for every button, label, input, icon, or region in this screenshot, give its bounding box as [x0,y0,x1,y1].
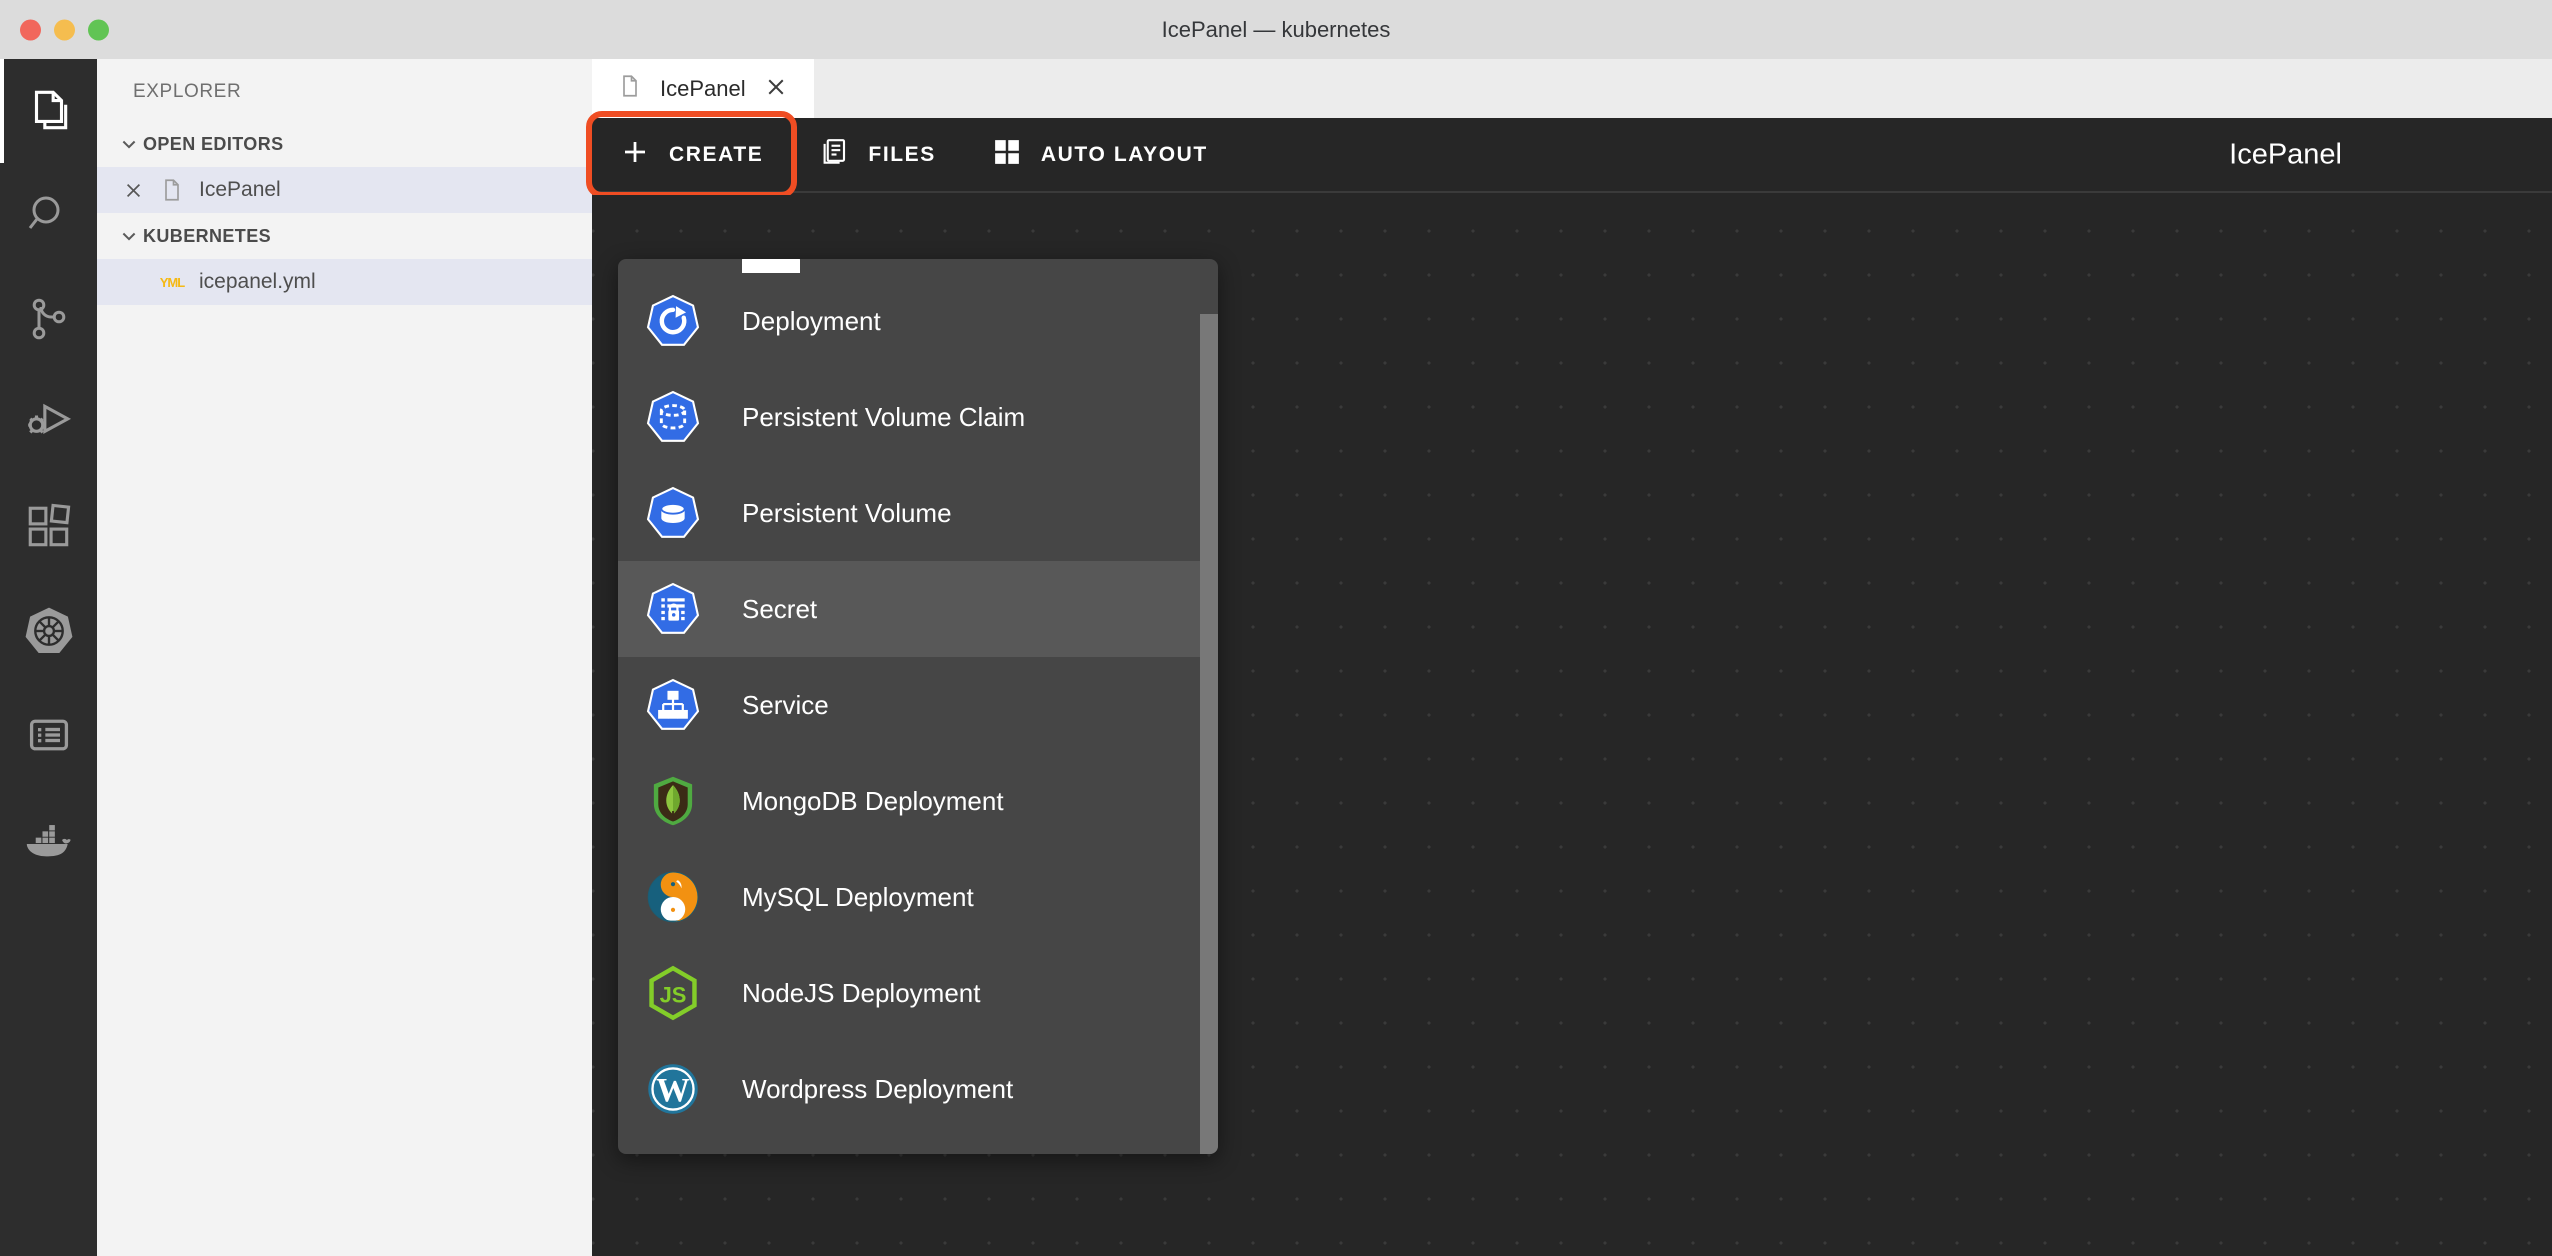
create-dropdown-scroll-area[interactable]: Deployment Persistent Volume Claim Persi… [618,259,1218,1154]
app-name-label: IcePanel [2229,138,2342,170]
menu-item-mysql-deployment[interactable]: MySQL Deployment [618,849,1218,945]
k8s-service-icon [644,676,702,734]
source-control-icon [25,295,73,343]
activity-item-kubernetes[interactable] [0,579,97,683]
file-row-icepanel-yml[interactable]: YML icepanel.yml [97,259,592,305]
window-title: IcePanel — kubernetes [1161,16,1391,42]
docker-whale-icon [22,812,76,866]
menu-item-nodejs-deployment[interactable]: JS NodeJS Deployment [618,945,1218,1041]
chevron-down-icon [115,226,143,246]
menu-item-label: MongoDB Deployment [742,785,1004,816]
menu-item-label: Persistent Volume [742,497,952,528]
wordpress-icon: W [644,1060,702,1118]
sidebar-section-label: OPEN EDITORS [143,133,284,154]
open-editor-row-icepanel[interactable]: IcePanel [97,167,592,213]
k8s-pvc-icon [644,388,702,446]
activity-item-docker[interactable] [0,787,97,891]
files-button[interactable]: FILES [791,117,964,192]
file-row-label: icepanel.yml [199,270,316,293]
create-dropdown-menu: Deployment Persistent Volume Claim Persi… [618,259,1218,1154]
create-button[interactable]: CREATE [585,111,798,198]
activity-item-run-and-debug[interactable] [0,371,97,475]
activity-item-source-control[interactable] [0,267,97,371]
close-editor-icon[interactable] [115,180,151,201]
sidebar-section-kubernetes[interactable]: KUBERNETES [97,213,592,259]
files-button-label: FILES [868,142,936,166]
grid-icon [992,137,1022,173]
create-button-label: CREATE [669,142,764,166]
editor-tabbar: IcePanel [592,59,2552,118]
editor-tab-label: IcePanel [660,75,746,101]
window-titlebar: IcePanel — kubernetes [0,0,2552,59]
menu-item-mongodb-deployment[interactable]: MongoDB Deployment [618,753,1218,849]
yml-icon: YML [151,275,193,290]
files-icon [24,86,74,136]
auto-layout-button-label: AUTO LAYOUT [1040,142,1208,166]
activity-bar [0,59,97,1256]
activity-item-search[interactable] [0,163,97,267]
menu-item-persistent-volume-claim[interactable]: Persistent Volume Claim [618,369,1218,465]
editor-tab-icepanel[interactable]: IcePanel [592,59,814,118]
open-editor-label: IcePanel [199,178,281,201]
activity-item-explorer[interactable] [0,59,97,163]
menu-item-deployment[interactable]: Deployment [618,273,1218,369]
svg-text:W: W [656,1072,690,1109]
menu-item-secret[interactable]: Secret [618,561,1218,657]
menu-item-service[interactable]: Service [618,657,1218,753]
sidebar-section-label: KUBERNETES [143,225,272,246]
editor-area: IcePanel CREATE FILES AUTO LAYOUT IcePan… [585,59,2552,1256]
mongodb-icon [644,772,702,830]
k8s-secret-icon [644,580,702,638]
menu-item-label: NodeJS Deployment [742,977,981,1008]
nodejs-icon: JS [644,964,702,1022]
mysql-icon [644,868,702,926]
menu-item-label: Secret [742,593,818,624]
menu-item-label: MySQL Deployment [742,881,974,912]
icepanel-app: CREATE FILES AUTO LAYOUT IcePanel Deploy… [585,111,2552,1256]
list-icon [27,713,71,757]
sidebar-section-open-editors[interactable]: OPEN EDITORS [97,121,592,167]
dropdown-scrollbar-thumb[interactable] [1200,314,1218,1154]
activity-item-extensions[interactable] [0,475,97,579]
menu-item-label: Persistent Volume Claim [742,401,1026,432]
k8s-deployment-icon [644,292,702,350]
menu-item-label: Wordpress Deployment [742,1073,1014,1104]
plus-icon [620,137,650,173]
file-icon [151,178,193,202]
close-tab-icon[interactable] [764,75,788,103]
file-icon [618,73,642,105]
yml-icon-text: YML [159,274,185,290]
menu-item-wordpress-deployment[interactable]: W Wordpress Deployment [618,1041,1218,1137]
auto-layout-button[interactable]: AUTO LAYOUT [964,117,1236,192]
explorer-title: EXPLORER [133,81,242,102]
activity-item-output-list[interactable] [0,683,97,787]
explorer-sidebar: EXPLORER OPEN EDITORS IcePanel KUBERNETE… [97,59,592,1256]
chevron-down-icon [115,134,143,154]
k8s-pv-icon [644,484,702,542]
kubernetes-helm-icon [22,604,76,658]
menu-item-label: Deployment [742,305,881,336]
files-doc-icon [819,137,849,173]
menu-item-label: Service [742,689,829,720]
dropdown-partial-item-top [742,259,800,273]
icepanel-toolbar: CREATE FILES AUTO LAYOUT IcePanel [585,111,2552,198]
extensions-icon [24,502,74,552]
search-icon [25,191,73,239]
svg-text:JS: JS [660,982,687,1007]
menu-item-persistent-volume[interactable]: Persistent Volume [618,465,1218,561]
run-debug-icon [24,398,74,448]
